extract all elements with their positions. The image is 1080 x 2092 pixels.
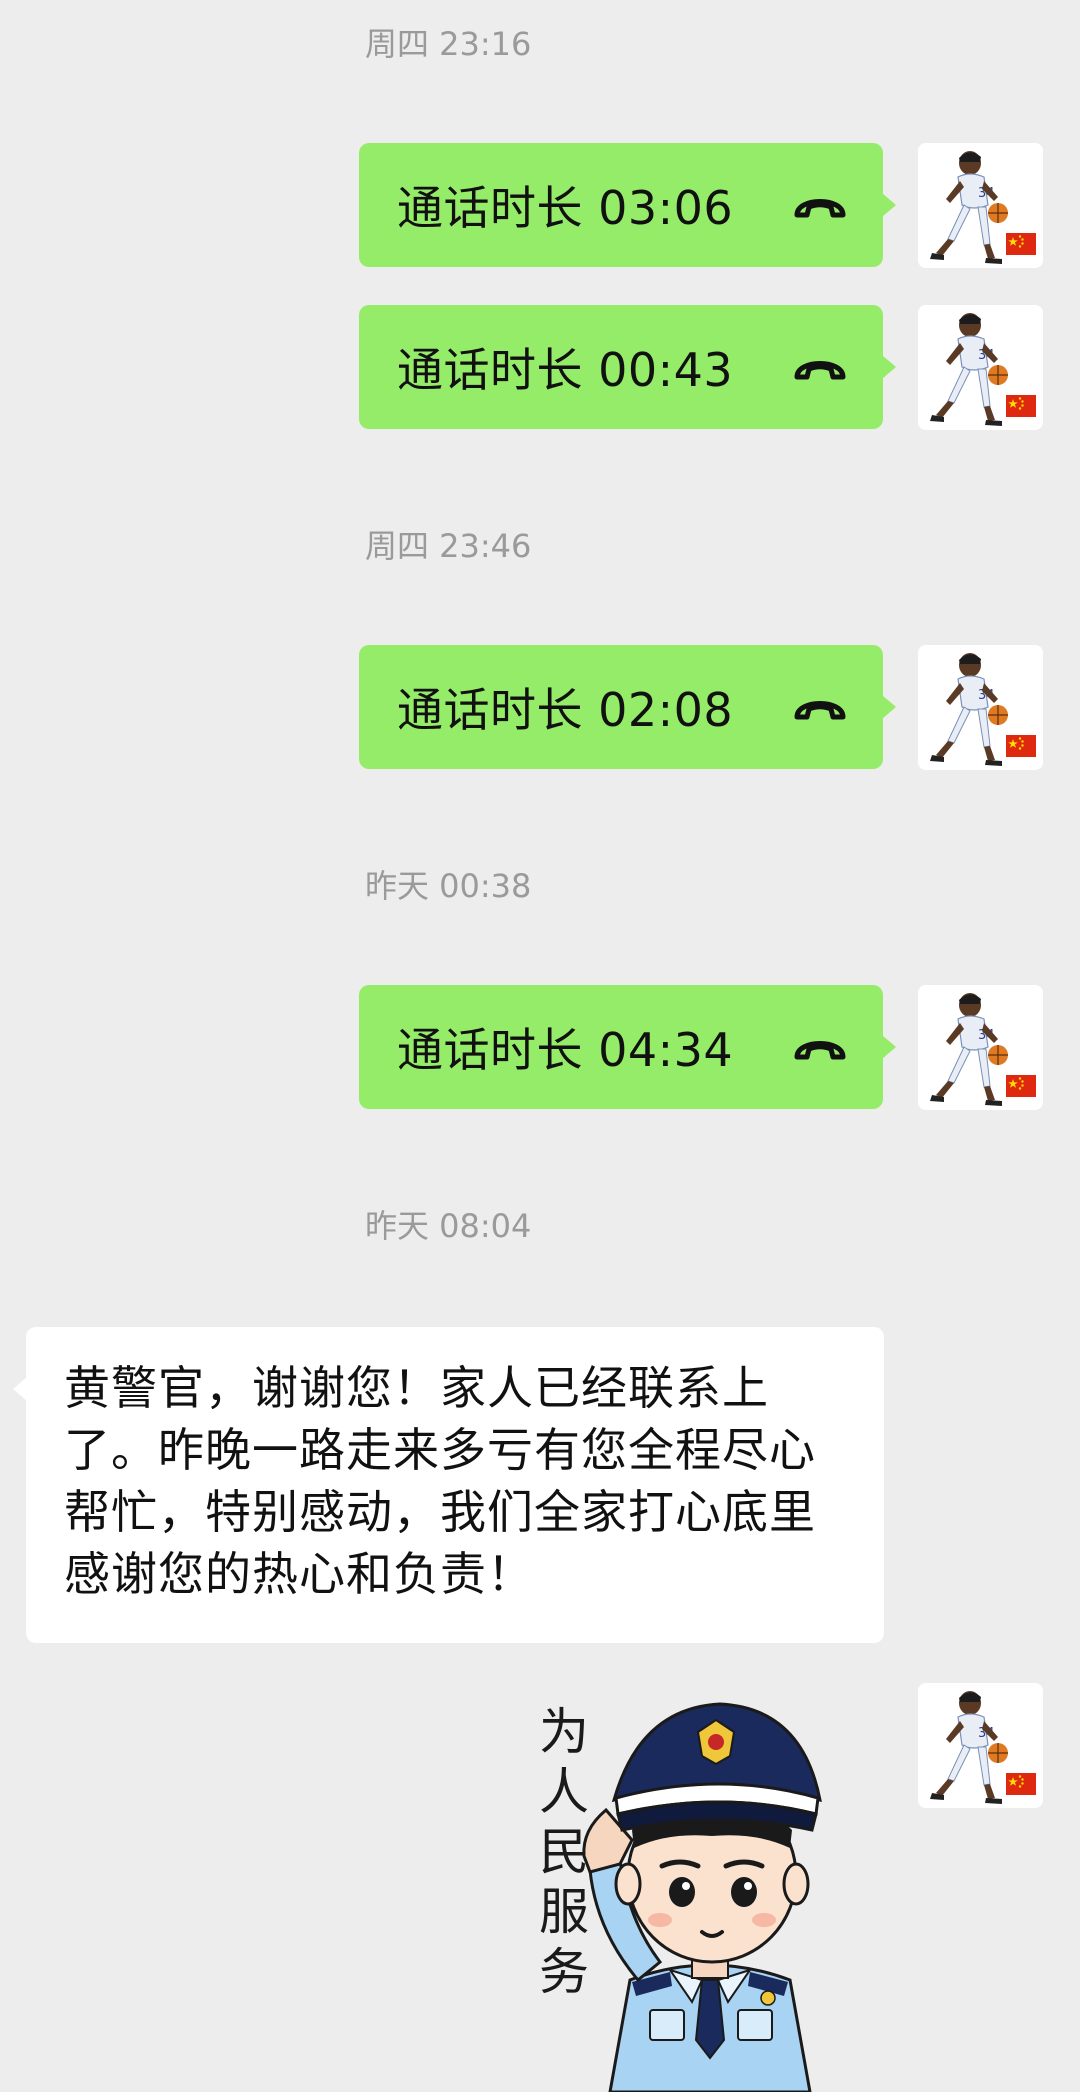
call-duration-label: 通话时长 00:43 (397, 343, 734, 397)
avatar[interactable] (918, 1683, 1043, 1808)
incoming-message-bubble[interactable]: 黄警官，谢谢您！家人已经联系上了。昨晚一路走来多亏有您全程尽心帮忙，特别感动，我… (13, 1327, 884, 1643)
avatar[interactable] (918, 985, 1043, 1110)
avatar[interactable] (918, 305, 1043, 430)
phone-hangup-icon (793, 687, 847, 725)
timestamp: 昨天 08:04 (365, 1207, 532, 1245)
timestamp: 周四 23:46 (365, 527, 532, 565)
call-duration-label: 通话时长 02:08 (397, 683, 734, 737)
phone-hangup-icon (793, 185, 847, 223)
message-text: 黄警官，谢谢您！家人已经联系上了。昨晚一路走来多亏有您全程尽心帮忙，特别感动，我… (64, 1361, 816, 1601)
call-record-bubble[interactable]: 通话时长 04:34 (359, 985, 896, 1109)
police-salute-sticker[interactable] (520, 1680, 880, 2092)
phone-hangup-icon (793, 1027, 847, 1065)
call-duration-label: 通话时长 03:06 (397, 181, 734, 235)
timestamp: 周四 23:16 (365, 25, 532, 63)
timestamp: 昨天 00:38 (365, 867, 532, 905)
phone-hangup-icon (793, 347, 847, 385)
call-record-bubble[interactable]: 通话时长 02:08 (359, 645, 896, 769)
call-record-bubble[interactable]: 通话时长 00:43 (359, 305, 896, 429)
call-record-bubble[interactable]: 通话时长 03:06 (359, 143, 896, 267)
avatar[interactable] (918, 143, 1043, 268)
avatar[interactable] (918, 645, 1043, 770)
call-duration-label: 通话时长 04:34 (397, 1023, 734, 1077)
